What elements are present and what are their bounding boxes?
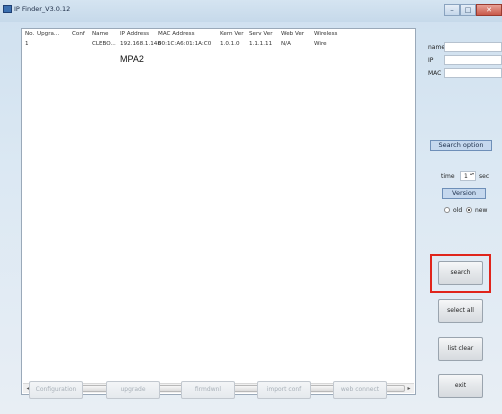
time-label: time xyxy=(441,173,455,180)
list-header: No. Upgra... Conf Name IP Address MAC Ad… xyxy=(22,30,415,40)
web-connect-button[interactable]: web connect xyxy=(333,381,387,399)
column-header-wireless[interactable]: Wireless xyxy=(314,31,337,37)
column-header-ip-address[interactable]: IP Address xyxy=(120,31,149,37)
name-field[interactable] xyxy=(444,42,502,52)
cell-serv-ver: 1.1.1.11 xyxy=(249,41,273,47)
cell-ip-address: 192.168.1.148 xyxy=(120,41,161,47)
time-stepper[interactable]: 1 ▴▾ xyxy=(460,171,476,181)
cell-name: CLEBO... xyxy=(92,41,116,47)
column-header-serv-ver[interactable]: Serv Ver xyxy=(249,31,273,37)
column-header-name[interactable]: Name xyxy=(92,31,109,37)
column-header-kern-ver[interactable]: Kern Ver xyxy=(220,31,244,37)
app-icon xyxy=(3,5,12,13)
time-value: 1 xyxy=(464,173,468,180)
search-highlight-box xyxy=(430,254,491,293)
cell-mac-address: 00:1C:A6:01:1A:C0 xyxy=(158,41,212,47)
column-header-web-ver[interactable]: Web Ver xyxy=(281,31,304,37)
column-header-upgrade[interactable]: Upgra... xyxy=(37,31,59,37)
window-title: IP Finder_V3.0.12 xyxy=(14,5,71,13)
spin-arrows-icon[interactable]: ▴▾ xyxy=(470,172,474,176)
table-row[interactable]: 1 CLEBO... 192.168.1.148 00:1C:A6:01:1A:… xyxy=(22,40,415,50)
mac-label: MAC xyxy=(428,70,442,77)
cell-wireless: Wire xyxy=(314,41,327,47)
column-header-no[interactable]: No. xyxy=(25,31,34,37)
maximize-button[interactable]: □ xyxy=(460,4,476,16)
scroll-right-icon[interactable]: ▸ xyxy=(404,384,414,393)
exit-button[interactable]: exit xyxy=(438,374,483,398)
device-list[interactable]: No. Upgra... Conf Name IP Address MAC Ad… xyxy=(21,28,416,395)
cell-kern-ver: 1.0.1.0 xyxy=(220,41,240,47)
title-bar: IP Finder_V3.0.12 – □ ✕ xyxy=(0,0,502,22)
firmdwnl-button[interactable]: firmdwnl xyxy=(181,381,235,399)
column-header-conf[interactable]: Conf xyxy=(72,31,85,37)
version-new-label: new xyxy=(475,207,488,214)
name-label: name xyxy=(428,44,446,51)
cell-no: 1 xyxy=(25,41,29,47)
version-header: Version xyxy=(442,188,486,199)
row-name-overlay: MPA2 xyxy=(120,54,144,64)
time-unit: sec xyxy=(479,173,490,180)
close-button[interactable]: ✕ xyxy=(476,4,502,16)
mac-field[interactable] xyxy=(444,68,502,78)
version-old-radio[interactable] xyxy=(444,207,450,213)
search-option-header: Search option xyxy=(430,140,492,151)
minimize-button[interactable]: – xyxy=(444,4,460,16)
ip-label: IP xyxy=(428,57,434,64)
list-clear-button[interactable]: list clear xyxy=(438,337,483,361)
import-conf-button[interactable]: import conf xyxy=(257,381,311,399)
cell-web-ver: N/A xyxy=(281,41,291,47)
ip-field[interactable] xyxy=(444,55,502,65)
configuration-button[interactable]: Configuration xyxy=(29,381,83,399)
upgrade-button[interactable]: upgrade xyxy=(106,381,160,399)
column-header-mac-address[interactable]: MAC Address xyxy=(158,31,195,37)
select-all-button[interactable]: select all xyxy=(438,299,483,323)
version-new-radio[interactable] xyxy=(466,207,472,213)
version-old-label: old xyxy=(453,207,463,214)
